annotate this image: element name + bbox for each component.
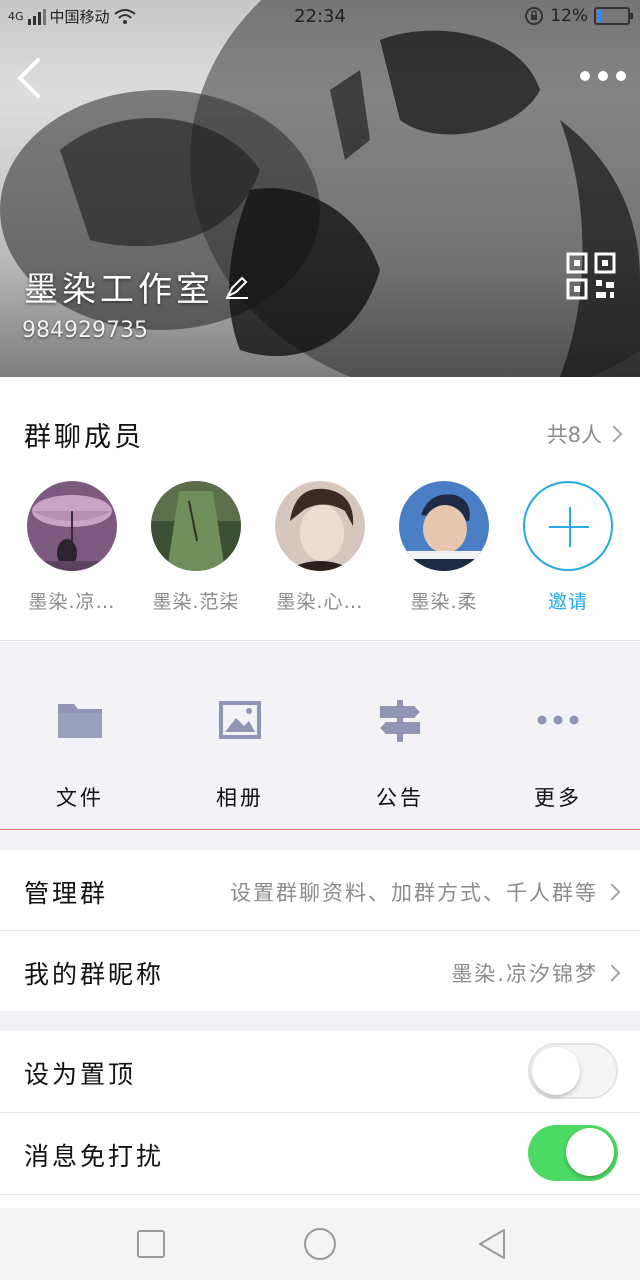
more-dot [616, 71, 626, 81]
chevron-right-icon [605, 425, 623, 443]
quick-actions: 文件 相册 公告 更多 [0, 642, 640, 830]
square-icon[interactable] [133, 1226, 169, 1262]
battery-level [597, 10, 601, 22]
invite-label: 邀请 [547, 591, 588, 613]
row-value: 墨染.凉汐锦梦 [451, 962, 598, 986]
back-button[interactable] [10, 56, 50, 100]
action-label: 文件 [56, 786, 104, 810]
rotation-lock-icon [525, 7, 544, 25]
edit-pencil-icon[interactable] [224, 274, 250, 300]
row-label: 设为置顶 [24, 1060, 137, 1089]
row-divider [0, 1194, 640, 1195]
action-album[interactable]: 相册 [180, 698, 300, 812]
member-name: 墨染.柔 [410, 591, 478, 613]
qr-code-button[interactable] [566, 252, 618, 300]
action-label: 相册 [216, 786, 264, 810]
avatar-boy [399, 481, 489, 571]
do-not-disturb-row: 消息免打扰 [0, 1113, 640, 1193]
more-dot [580, 71, 590, 81]
group-header: 4G 中国移动 22:34 12% 墨染工作室 984929735 [0, 0, 640, 377]
member-name: 墨染.范柒 [152, 591, 240, 613]
my-nickname-row[interactable]: 我的群昵称 墨染.凉汐锦梦 [0, 931, 640, 1011]
member-item[interactable]: 墨染.柔 [398, 481, 490, 614]
action-label: 更多 [534, 786, 582, 810]
section-gap [0, 1011, 640, 1031]
status-right: 12% [524, 6, 633, 26]
plus-icon [523, 481, 613, 571]
pin-top-row: 设为置顶 [0, 1031, 640, 1111]
member-item[interactable]: 墨染.范柒 [150, 481, 242, 614]
chevron-left-icon [17, 58, 40, 98]
member-count: 共8人 [546, 423, 602, 447]
avatar [399, 481, 489, 571]
group-name: 墨染工作室 [24, 270, 214, 310]
invite-button[interactable]: 邀请 [522, 481, 614, 614]
status-bar: 4G 中国移动 22:34 12% [0, 0, 640, 34]
avatar-portrait [275, 481, 365, 571]
manage-group-row[interactable]: 管理群 设置群聊资料、加群方式、千人群等 [0, 850, 640, 930]
qr-code-icon [566, 252, 616, 300]
member-name: 墨染.心… [276, 591, 364, 613]
group-id: 984929735 [22, 318, 148, 343]
member-count-link[interactable]: 共8人 [546, 419, 623, 449]
chevron-right-icon [603, 964, 621, 982]
toggle-knob [532, 1047, 580, 1095]
action-files[interactable]: 文件 [20, 698, 140, 812]
avatar [275, 481, 365, 571]
action-label: 公告 [376, 786, 424, 810]
members-title: 群聊成员 [24, 422, 144, 453]
toggle-knob [566, 1128, 614, 1176]
member-item[interactable]: 墨染.心… [274, 481, 366, 614]
image-icon [219, 701, 261, 739]
signpost-icon [380, 700, 420, 742]
folder-icon [58, 704, 102, 738]
avatar-umbrella-girl [27, 481, 117, 571]
avatar [151, 481, 241, 571]
row-value: 设置群聊资料、加群方式、千人群等 [230, 881, 598, 905]
more-button[interactable] [580, 62, 626, 90]
system-nav-bar [0, 1208, 640, 1280]
do-not-disturb-toggle[interactable] [528, 1125, 618, 1181]
group-name-row[interactable]: 墨染工作室 [24, 262, 250, 311]
row-label: 消息免打扰 [24, 1142, 165, 1171]
pin-top-toggle[interactable] [528, 1043, 618, 1099]
circle-icon[interactable] [302, 1226, 338, 1262]
more-dot [598, 71, 608, 81]
members-section: 群聊成员 共8人 墨染.凉… 墨染.范柒 墨染.心… 墨染.柔 邀请 [0, 377, 640, 641]
action-more[interactable]: 更多 [498, 698, 618, 812]
row-value-wrap: 设置群聊资料、加群方式、千人群等 [230, 877, 621, 907]
member-name: 墨染.凉… [28, 591, 116, 613]
row-value-wrap: 墨染.凉汐锦梦 [451, 958, 621, 988]
chevron-right-icon [603, 883, 621, 901]
battery-icon [594, 7, 633, 25]
row-label: 我的群昵称 [24, 960, 165, 989]
more-horizontal-icon [537, 715, 579, 725]
battery-percent: 12% [550, 6, 588, 26]
action-announcement[interactable]: 公告 [340, 698, 460, 812]
avatar-green-dress [151, 481, 241, 571]
row-label: 管理群 [24, 879, 109, 908]
member-item[interactable]: 墨染.凉… [26, 481, 118, 614]
section-gap [0, 830, 640, 850]
triangle-back-icon[interactable] [474, 1226, 510, 1262]
avatar [27, 481, 117, 571]
